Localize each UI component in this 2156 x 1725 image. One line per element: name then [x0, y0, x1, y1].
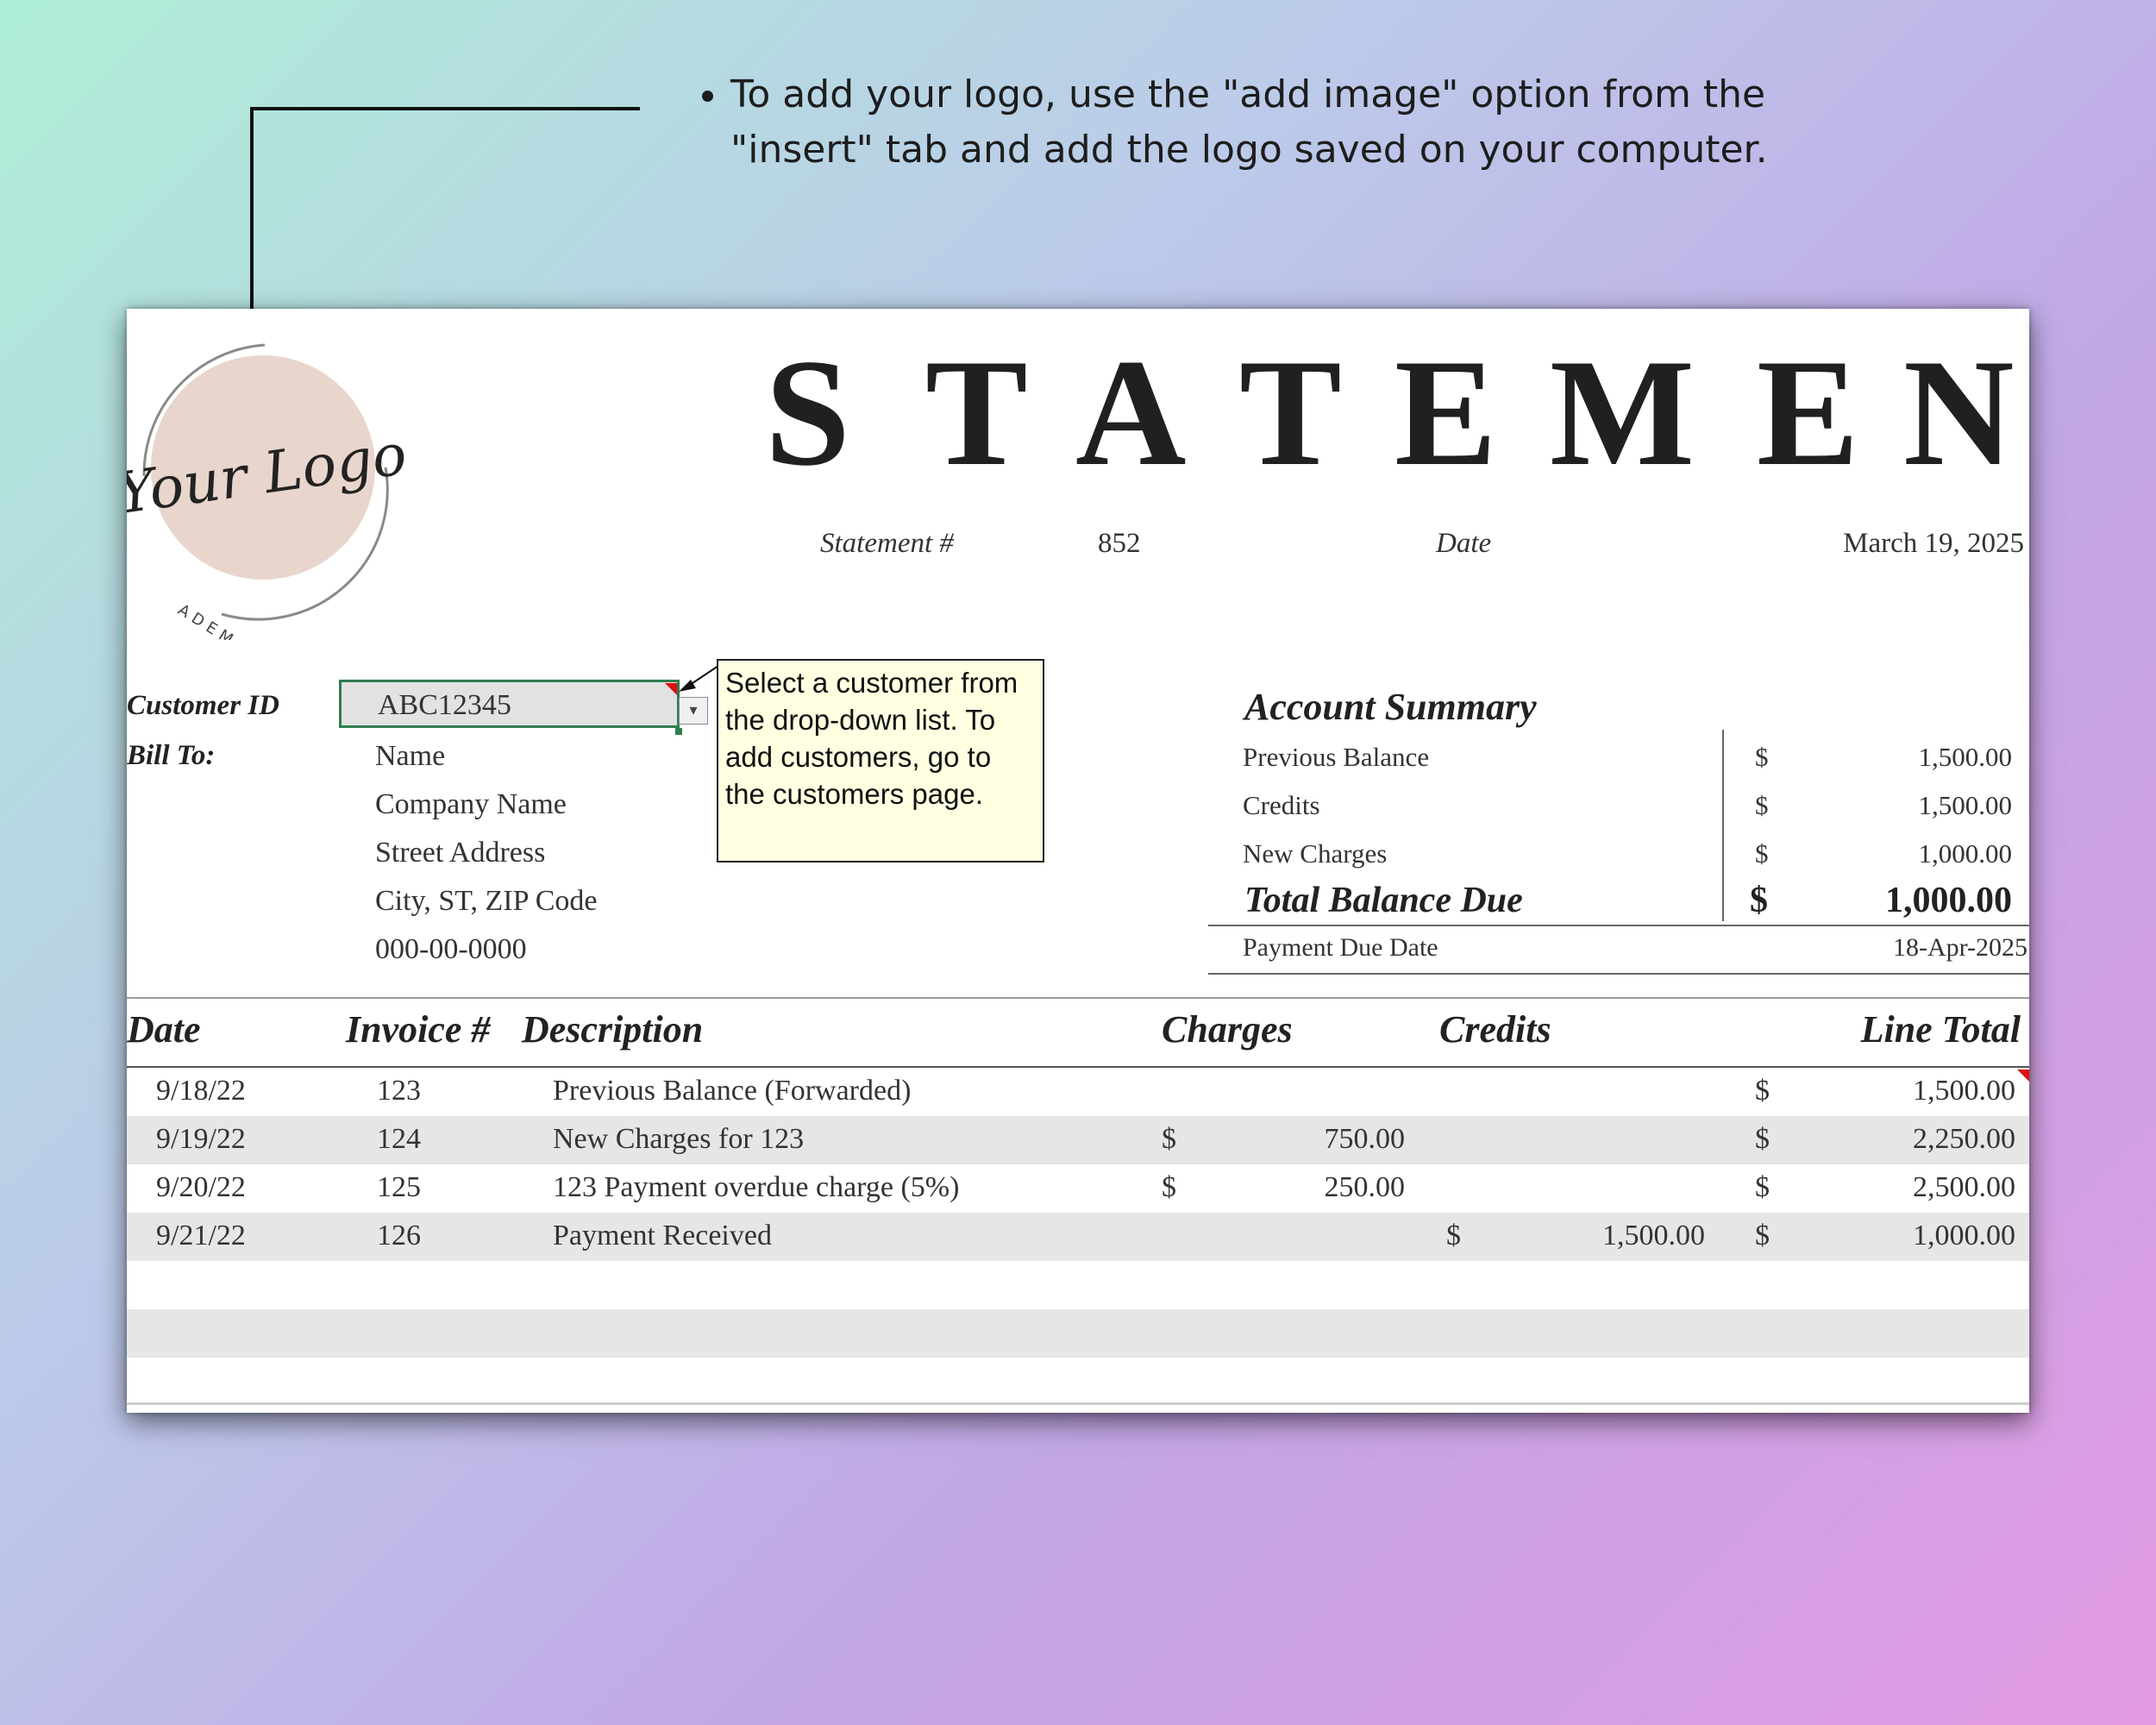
- cell-description[interactable]: Previous Balance (Forwarded): [553, 1075, 911, 1107]
- account-summary-title: Account Summary: [1244, 686, 1537, 728]
- summary-bottom-rule: [1208, 973, 2029, 975]
- bill-to-company[interactable]: Company Name: [375, 788, 567, 821]
- title-letter: T: [1239, 327, 1342, 498]
- cell-total-currency: $: [1755, 1123, 1770, 1155]
- table-row-empty[interactable]: [127, 1261, 2029, 1309]
- summary-top-rule: [1208, 925, 2029, 926]
- cell-total-currency: $: [1755, 1171, 1770, 1203]
- cell-description[interactable]: New Charges for 123: [553, 1123, 804, 1156]
- cell-date[interactable]: 9/18/22: [156, 1075, 246, 1107]
- col-header-description: Description: [522, 1008, 704, 1051]
- logo-instructions: To add your logo, use the "add image" op…: [694, 67, 1852, 178]
- cell-charge-currency: $: [1162, 1123, 1176, 1155]
- statement-sheet: Your Logo ADEM ARAS S T A T E M E N T St…: [127, 309, 2029, 1413]
- chevron-down-icon: ▾: [689, 701, 698, 718]
- statement-title: S T A T E M E N T: [765, 327, 2029, 498]
- cell-total-currency: $: [1755, 1075, 1770, 1107]
- date-label: Date: [1436, 528, 1492, 559]
- date-value[interactable]: March 19, 2025: [1843, 528, 2024, 560]
- title-letter: E: [1395, 327, 1497, 498]
- logo-instruction-item: To add your logo, use the "add image" op…: [730, 67, 1852, 178]
- cell-invoice[interactable]: 123: [377, 1075, 421, 1107]
- cell-credit[interactable]: 1,500.00: [1602, 1220, 1705, 1252]
- cell-date[interactable]: 9/20/22: [156, 1171, 246, 1204]
- comment-indicator: [665, 683, 677, 695]
- table-bottom-rule: [127, 1402, 2029, 1405]
- summary-currency: $: [1755, 838, 1769, 869]
- table-row-empty[interactable]: [127, 1358, 2029, 1406]
- total-balance-label: Total Balance Due: [1244, 881, 1523, 920]
- col-header-invoice: Invoice #: [346, 1008, 491, 1051]
- logo-brand-text: ADEM ARAS: [175, 601, 302, 640]
- payment-due-value[interactable]: 18-Apr-2025: [1893, 933, 2028, 963]
- summary-amount[interactable]: 1,500.00: [1919, 742, 2013, 773]
- summary-amount[interactable]: 1,500.00: [1919, 790, 2013, 821]
- bill-to-phone[interactable]: 000-00-0000: [375, 933, 527, 966]
- comment-indicator: [2017, 1070, 2029, 1082]
- total-balance-amount[interactable]: 1,000.00: [1885, 880, 2012, 921]
- summary-label: Previous Balance: [1243, 742, 1430, 772]
- cell-charge[interactable]: 750.00: [1325, 1123, 1406, 1156]
- total-balance-currency: $: [1750, 881, 1768, 920]
- cell-charge-currency: $: [1162, 1171, 1176, 1203]
- cell-description[interactable]: Payment Received: [553, 1220, 772, 1252]
- cell-line-total[interactable]: 2,250.00: [1913, 1123, 2015, 1156]
- cell-invoice[interactable]: 124: [377, 1123, 421, 1156]
- cell-charge[interactable]: 250.00: [1325, 1171, 1406, 1204]
- callout-line-horizontal: [250, 107, 640, 110]
- cell-line-total[interactable]: 1,000.00: [1913, 1220, 2015, 1252]
- summary-label: New Charges: [1243, 838, 1388, 869]
- title-letter: S: [765, 327, 850, 498]
- cell-comment[interactable]: Select a customer from the drop-down lis…: [717, 659, 1044, 862]
- col-header-credits: Credits: [1439, 1008, 1551, 1051]
- payment-due-label: Payment Due Date: [1243, 933, 1438, 962]
- title-letter: N: [1903, 327, 2015, 498]
- cell-fill-handle[interactable]: [675, 728, 682, 735]
- bill-to-name[interactable]: Name: [375, 740, 445, 773]
- title-letter: A: [1075, 327, 1187, 498]
- cell-invoice[interactable]: 126: [377, 1220, 421, 1252]
- cell-credit-currency: $: [1446, 1220, 1461, 1251]
- cell-invoice[interactable]: 125: [377, 1171, 421, 1204]
- bill-to-city[interactable]: City, ST, ZIP Code: [375, 885, 598, 918]
- statement-number-label: Statement #: [820, 528, 954, 559]
- customer-id-value: ABC12345: [378, 689, 511, 721]
- cell-total-currency: $: [1755, 1220, 1770, 1251]
- summary-currency: $: [1755, 790, 1769, 820]
- cell-description[interactable]: 123 Payment overdue charge (5%): [553, 1171, 959, 1204]
- cell-line-total[interactable]: 2,500.00: [1913, 1171, 2015, 1204]
- cell-date[interactable]: 9/21/22: [156, 1220, 246, 1252]
- table-top-rule: [127, 997, 2029, 999]
- bill-to-street[interactable]: Street Address: [375, 837, 545, 869]
- col-header-line-total: Line Total: [1860, 1008, 2021, 1051]
- title-letter: E: [1757, 327, 1859, 498]
- customer-dropdown-button[interactable]: ▾: [679, 697, 708, 724]
- summary-divider: [1722, 730, 1724, 921]
- customer-id-label: Customer ID: [127, 690, 279, 721]
- cell-line-total[interactable]: 1,500.00: [1913, 1075, 2015, 1107]
- bill-to-label: Bill To:: [127, 740, 216, 771]
- table-row-empty[interactable]: [127, 1309, 2029, 1358]
- customer-id-cell[interactable]: ABC12345: [339, 680, 680, 728]
- col-header-date: Date: [127, 1008, 201, 1051]
- title-letter: M: [1550, 327, 1695, 498]
- cell-date[interactable]: 9/19/22: [156, 1123, 246, 1156]
- summary-label: Credits: [1243, 790, 1320, 820]
- logo-placeholder[interactable]: Your Logo ADEM ARAS: [127, 321, 411, 640]
- summary-amount[interactable]: 1,000.00: [1919, 838, 2013, 869]
- statement-number-value[interactable]: 852: [1098, 528, 1141, 560]
- col-header-charges: Charges: [1162, 1008, 1293, 1051]
- summary-currency: $: [1755, 742, 1769, 772]
- title-letter: T: [925, 327, 1028, 498]
